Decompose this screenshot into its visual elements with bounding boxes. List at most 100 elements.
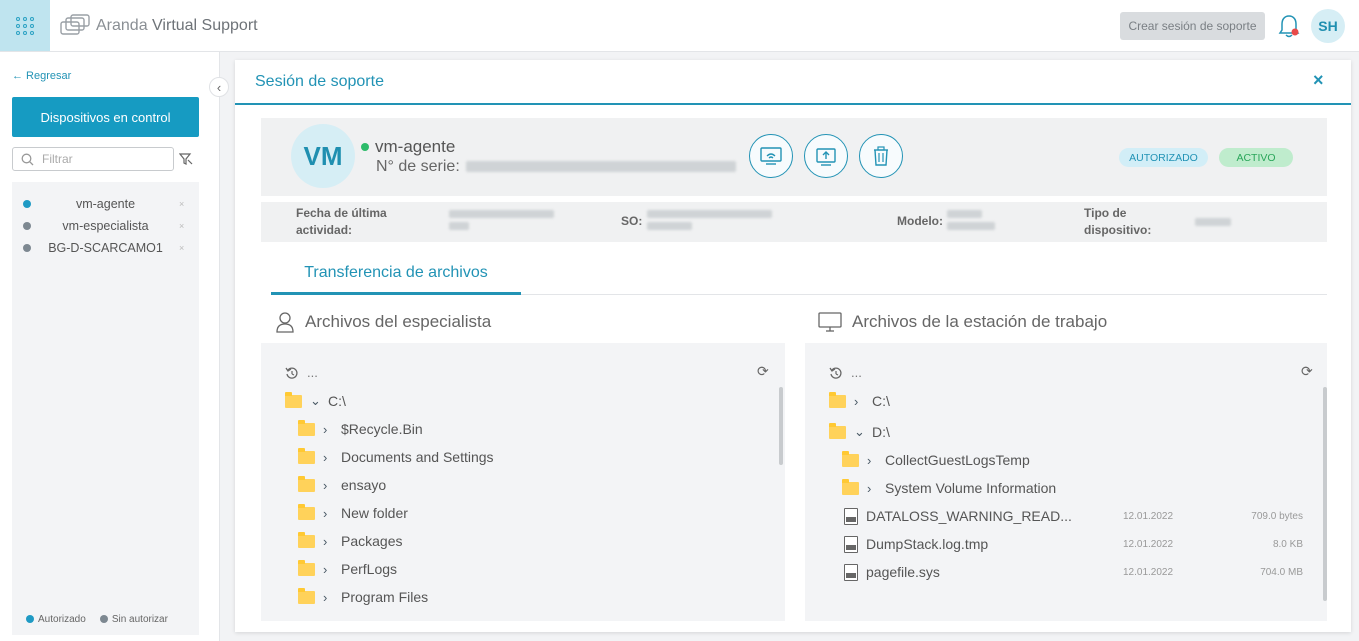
- online-dot: [361, 143, 369, 151]
- chevron-right-icon[interactable]: ›: [323, 506, 333, 521]
- tree-row-folder[interactable]: › System Volume Information: [842, 478, 1056, 498]
- create-session-button[interactable]: Crear sesión de soporte: [1120, 12, 1265, 40]
- filter-clear-icon[interactable]: [179, 152, 193, 166]
- tree-row-folder[interactable]: › $Recycle.Bin: [298, 419, 423, 439]
- device-item-vm-agente[interactable]: vm-agente ×: [12, 194, 199, 214]
- tree-row-folder[interactable]: › Packages: [298, 531, 402, 551]
- file-icon: [844, 507, 858, 525]
- file-row[interactable]: pagefile.sys: [844, 562, 940, 582]
- chevron-right-icon[interactable]: ›: [867, 481, 877, 496]
- device-item-vm-especialista[interactable]: vm-especialista ×: [12, 216, 199, 236]
- scrollbar[interactable]: [779, 387, 783, 465]
- tree-row-drive-d[interactable]: ⌄ D:\: [829, 422, 890, 442]
- chevron-down-icon[interactable]: ⌄: [310, 393, 321, 409]
- upload-icon: [816, 148, 836, 166]
- chevron-down-icon[interactable]: ⌄: [854, 424, 865, 440]
- close-icon[interactable]: ×: [1313, 70, 1324, 91]
- tree-row-drive-c[interactable]: › C:\: [829, 391, 890, 411]
- folder-icon: [298, 475, 315, 492]
- legend-unauthorized-label: Sin autorizar: [111, 614, 168, 625]
- device-name: BG-D-SCARCAMO1: [48, 241, 163, 255]
- tab-bar: Transferencia de archivos: [271, 256, 1327, 295]
- app-name-light: Aranda: [96, 17, 148, 34]
- apps-menu-button[interactable]: [0, 0, 50, 51]
- back-link[interactable]: ← Regresar: [12, 70, 71, 82]
- parent-folder-button[interactable]: ...: [285, 365, 318, 380]
- workstation-files-heading: Archivos de la estación de trabajo: [818, 311, 1107, 333]
- remove-icon[interactable]: ×: [179, 199, 184, 209]
- tab-file-transfer[interactable]: Transferencia de archivos: [271, 256, 521, 295]
- delete-button[interactable]: [859, 134, 903, 178]
- serial-row: N° de serie:: [376, 158, 737, 176]
- folder-icon: [298, 447, 315, 464]
- chevron-right-icon[interactable]: ›: [323, 534, 333, 549]
- active-badge: ACTIVO: [1219, 148, 1293, 167]
- chevron-right-icon[interactable]: ›: [867, 453, 877, 468]
- folder-icon: [285, 391, 302, 408]
- remote-control-button[interactable]: [749, 134, 793, 178]
- tree-row-drive[interactable]: ⌄ C:\: [285, 391, 346, 411]
- file-size: 709.0 bytes: [1251, 511, 1303, 522]
- search-icon: [21, 153, 34, 165]
- file-name: pagefile.sys: [866, 564, 940, 580]
- monitor-icon: [818, 312, 842, 332]
- status-legend: Autorizado Sin autorizar: [26, 614, 168, 625]
- file-size: 8.0 KB: [1272, 539, 1303, 550]
- file-icon: [844, 535, 858, 553]
- filter-field[interactable]: [12, 147, 174, 171]
- top-bar: Aranda Virtual Support Crear sesión de s…: [0, 0, 1359, 52]
- device-info-row: Fecha de última actividad: SO: Modelo: T…: [261, 202, 1327, 242]
- remove-icon[interactable]: ×: [179, 221, 184, 231]
- file-row[interactable]: DumpStack.log.tmp: [844, 534, 988, 554]
- folder-name: System Volume Information: [885, 480, 1057, 496]
- device-name-row: vm-agente: [361, 137, 455, 157]
- app-name: Aranda Virtual Support: [96, 17, 258, 35]
- folder-name: Packages: [341, 533, 403, 549]
- specialist-user-icon: [276, 312, 294, 333]
- os-label: SO:: [621, 214, 643, 228]
- tree-row-folder[interactable]: › CollectGuestLogsTemp: [842, 450, 1030, 470]
- panel-title: Sesión de soporte: [255, 73, 384, 90]
- refresh-icon[interactable]: ⟳: [1301, 363, 1313, 380]
- devices-in-control-button[interactable]: Dispositivos en control: [12, 97, 199, 137]
- chevron-right-icon[interactable]: ›: [323, 590, 333, 605]
- folder-icon: [298, 503, 315, 520]
- bell-icon[interactable]: [1278, 13, 1300, 39]
- chevron-right-icon[interactable]: ›: [323, 450, 333, 465]
- parent-folder-button[interactable]: ...: [829, 365, 862, 380]
- model-label: Modelo:: [897, 214, 943, 228]
- chevron-right-icon[interactable]: ›: [323, 562, 333, 577]
- os-value-redacted: [647, 210, 772, 230]
- user-avatar[interactable]: SH: [1311, 9, 1345, 43]
- sidebar: ← Regresar Dispositivos en control vm-ag…: [0, 52, 220, 641]
- chevron-right-icon[interactable]: ›: [323, 478, 333, 493]
- tree-row-folder[interactable]: › New folder: [298, 503, 408, 523]
- workstation-files-title: Archivos de la estación de trabajo: [852, 312, 1108, 331]
- folder-name: ensayo: [341, 477, 387, 493]
- tree-row-folder[interactable]: › PerfLogs: [298, 559, 397, 579]
- file-row[interactable]: DATALOSS_WARNING_READ...: [844, 506, 1072, 526]
- tree-row-folder[interactable]: › Program Files: [298, 587, 428, 607]
- folder-name: Program Files: [341, 589, 429, 605]
- scrollbar[interactable]: [1323, 387, 1327, 601]
- specialist-file-tree: ... ⟳ ⌄ C:\ › $Recycle.Bin › Documents a…: [261, 343, 785, 621]
- file-transfer-button[interactable]: [804, 134, 848, 178]
- folder-icon: [298, 419, 315, 436]
- specialist-files-title: Archivos del especialista: [305, 312, 492, 331]
- file-name: DATALOSS_WARNING_READ...: [866, 508, 1072, 524]
- collapse-sidebar-button[interactable]: ‹: [209, 77, 229, 97]
- tree-row-folder[interactable]: › Documents and Settings: [298, 447, 494, 467]
- remove-icon[interactable]: ×: [179, 243, 184, 253]
- file-date: 12.01.2022: [1123, 567, 1174, 578]
- app-name-bold: Virtual Support: [152, 17, 258, 34]
- device-item-bg-d-scarcamo1[interactable]: BG-D-SCARCAMO1 ×: [12, 238, 199, 258]
- filter-input[interactable]: [42, 152, 162, 166]
- legend-authorized-label: Autorizado: [38, 614, 86, 625]
- tree-row-folder[interactable]: › ensayo: [298, 475, 386, 495]
- chevron-right-icon[interactable]: ›: [323, 422, 333, 437]
- chevron-right-icon[interactable]: ›: [854, 394, 864, 409]
- device-type-label: Tipo de dispositivo:: [1084, 206, 1152, 237]
- drive-label: C:\: [328, 393, 346, 409]
- legend-unauthorized: Sin autorizar: [99, 614, 168, 625]
- refresh-icon[interactable]: ⟳: [757, 363, 769, 380]
